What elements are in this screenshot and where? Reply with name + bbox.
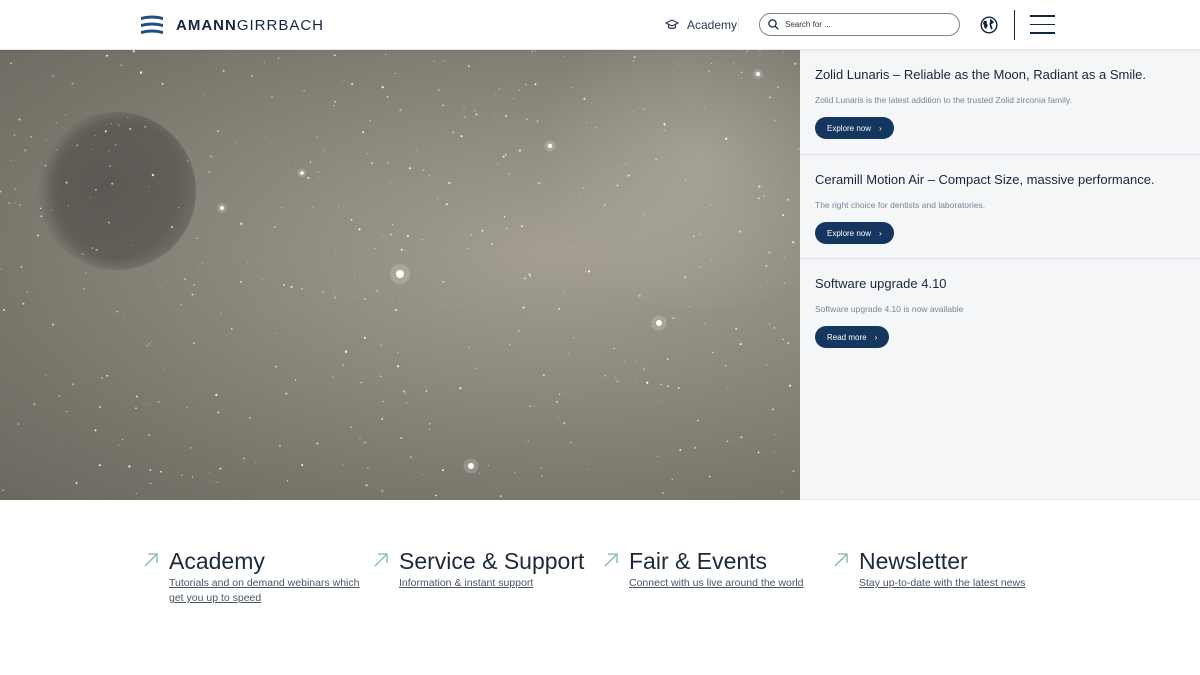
- academy-cap-icon: [665, 19, 679, 30]
- explore-now-button[interactable]: Explore now ›: [815, 117, 894, 139]
- globe-icon[interactable]: [980, 16, 998, 34]
- search-icon: [768, 19, 779, 30]
- read-more-button[interactable]: Read more ›: [815, 326, 890, 348]
- news-card: Zolid Lunaris – Reliable as the Moon, Ra…: [800, 50, 1200, 155]
- brand-logo[interactable]: AMANNGIRRBACH: [140, 14, 324, 36]
- nav-divider: [738, 18, 739, 32]
- news-card-title: Ceramill Motion Air – Compact Size, mass…: [815, 172, 1155, 187]
- logo-text: AMANNGIRRBACH: [176, 16, 325, 34]
- news-card-text: Zolid Lunaris is the latest addition to …: [815, 95, 1072, 105]
- quicklink-title: Academy: [169, 548, 265, 574]
- chevron-right-icon: ›: [874, 332, 878, 342]
- button-label: Explore now: [827, 228, 872, 238]
- search-box[interactable]: [759, 13, 960, 36]
- logo-waves-icon: [141, 15, 163, 34]
- news-card: Ceramill Motion Air – Compact Size, mass…: [800, 155, 1200, 259]
- quicklink-title: Fair & Events: [629, 548, 768, 574]
- news-card: Software upgrade 4.10 Software upgrade 4…: [800, 259, 1200, 363]
- button-label: Explore now: [827, 123, 872, 133]
- quicklink-subtitle[interactable]: Information & instant support: [399, 576, 533, 591]
- news-card-title: Software upgrade 4.10: [815, 276, 947, 291]
- quicklink-subtitle[interactable]: Stay up-to-date with the latest news: [859, 576, 1025, 591]
- site-header: AMANNGIRRBACH Academy: [0, 0, 1200, 50]
- arrow-up-right-icon: [834, 553, 848, 567]
- news-panel: Zolid Lunaris – Reliable as the Moon, Ra…: [800, 50, 1200, 500]
- news-card-text: The right choice for dentists and labora…: [815, 200, 986, 210]
- chevron-right-icon: ›: [879, 228, 882, 238]
- nav-academy-link[interactable]: Academy: [665, 16, 737, 34]
- quicklink-subtitle[interactable]: Tutorials and on demand webinars which ge…: [169, 576, 359, 606]
- quicklink-title: Service & Support: [399, 548, 585, 574]
- quicklink-subtitle[interactable]: Connect with us live around the world: [629, 576, 804, 591]
- quicklink-title: Newsletter: [859, 548, 968, 574]
- hero-starfield: [0, 50, 800, 500]
- nav-academy-label: Academy: [687, 18, 738, 32]
- arrow-up-right-icon: [604, 553, 618, 567]
- button-label: Read more: [827, 332, 867, 342]
- explore-now-button[interactable]: Explore now ›: [815, 222, 894, 244]
- hero-image: [0, 50, 800, 500]
- arrow-up-right-icon: [374, 553, 388, 567]
- arrow-up-right-icon: [144, 553, 158, 567]
- header-divider: [1014, 10, 1015, 40]
- chevron-right-icon: ›: [879, 123, 882, 133]
- menu-icon[interactable]: [1030, 15, 1055, 35]
- news-card-title: Zolid Lunaris – Reliable as the Moon, Ra…: [815, 67, 1146, 82]
- news-card-text: Software upgrade 4.10 is now available: [815, 304, 964, 314]
- search-input[interactable]: [785, 20, 945, 29]
